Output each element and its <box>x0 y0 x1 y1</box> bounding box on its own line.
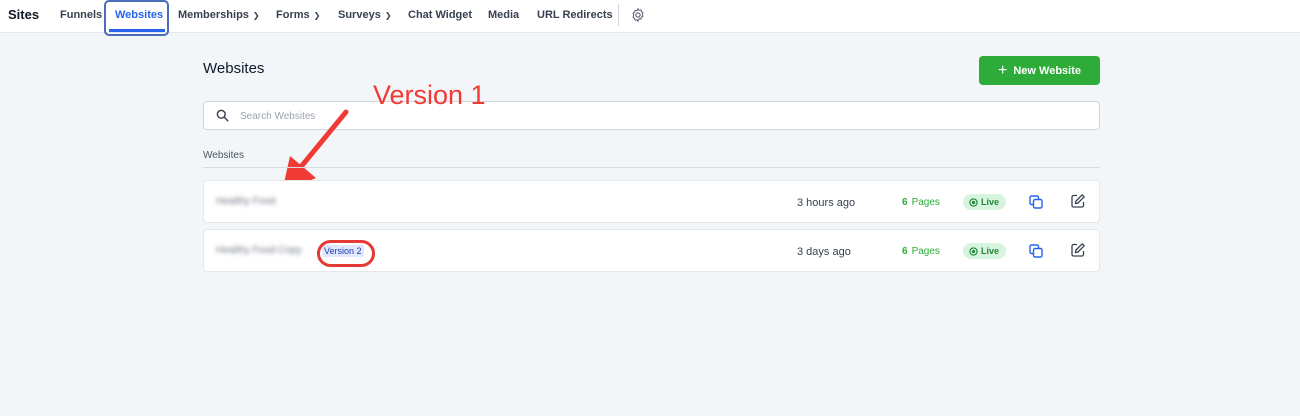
status-badge: Live <box>963 243 1007 259</box>
copy-icon[interactable] <box>1029 244 1043 258</box>
section-label: Websites <box>203 150 244 161</box>
live-dot-icon <box>969 197 978 207</box>
annotation-label: Version 1 <box>373 80 486 110</box>
status-badge: Live <box>963 194 1007 210</box>
status-label: Live <box>981 246 1000 256</box>
top-nav: Sites Funnels Websites Memberships ❯ For… <box>0 0 1300 36</box>
nav-tab-websites[interactable]: Websites <box>115 9 163 21</box>
highlight-circle <box>317 240 375 267</box>
new-website-button-label: New Website <box>1013 64 1081 77</box>
plus-icon: + <box>998 61 1008 79</box>
pages-label: Pages <box>911 197 940 208</box>
chevron-down-icon: ❯ <box>384 10 392 20</box>
website-name[interactable]: Healthy Food Copy <box>216 245 302 256</box>
website-row[interactable]: Healthy Food Copy Version 2 3 days ago 6… <box>203 229 1100 272</box>
nav-divider <box>618 4 619 26</box>
search-input[interactable] <box>240 106 1080 126</box>
copy-icon[interactable] <box>1029 195 1043 209</box>
nav-tab-forms[interactable]: Forms ❯ <box>276 9 320 21</box>
nav-tab-url-redirects[interactable]: URL Redirects <box>537 9 613 21</box>
chevron-down-icon: ❯ <box>313 10 321 20</box>
new-website-button[interactable]: + New Website <box>979 56 1100 85</box>
nav-tab-funnels[interactable]: Funnels <box>60 9 102 21</box>
page-count: 6 <box>902 246 908 257</box>
nav-tab-label: Chat Widget <box>408 9 473 21</box>
nav-tab-label: Funnels <box>60 9 103 21</box>
nav-tab-label: Forms <box>276 9 310 21</box>
edit-icon[interactable] <box>1070 242 1086 258</box>
nav-tab-label: Memberships <box>178 9 249 21</box>
website-row[interactable]: Healthy Food 3 hours ago 6 Pages Live <box>203 180 1100 223</box>
active-tab-indicator <box>109 29 165 32</box>
search-icon <box>216 109 229 122</box>
nav-tab-media[interactable]: Media <box>488 9 519 21</box>
chevron-down-icon: ❯ <box>252 10 260 20</box>
pages-link[interactable]: 6 Pages <box>902 246 940 257</box>
updated-time: 3 days ago <box>797 246 851 258</box>
status-label: Live <box>981 197 1000 207</box>
page-count: 6 <box>902 197 908 208</box>
page-title: Websites <box>203 60 265 77</box>
edit-icon[interactable] <box>1070 193 1086 209</box>
nav-tab-label: Websites <box>115 9 164 21</box>
live-dot-icon <box>969 246 978 256</box>
gear-icon[interactable] <box>630 7 646 23</box>
nav-tab-chat-widget[interactable]: Chat Widget <box>408 9 472 21</box>
nav-tab-surveys[interactable]: Surveys ❯ <box>338 9 392 21</box>
nav-tab-label: URL Redirects <box>537 9 613 21</box>
divider <box>203 167 1100 168</box>
pages-label: Pages <box>911 246 940 257</box>
nav-tab-label: Media <box>488 9 520 21</box>
pages-link[interactable]: 6 Pages <box>902 197 940 208</box>
app-title: Sites <box>8 7 40 22</box>
nav-tab-label: Surveys <box>338 9 381 21</box>
nav-tab-memberships[interactable]: Memberships ❯ <box>178 9 260 21</box>
updated-time: 3 hours ago <box>797 197 856 209</box>
website-name[interactable]: Healthy Food <box>216 196 275 207</box>
